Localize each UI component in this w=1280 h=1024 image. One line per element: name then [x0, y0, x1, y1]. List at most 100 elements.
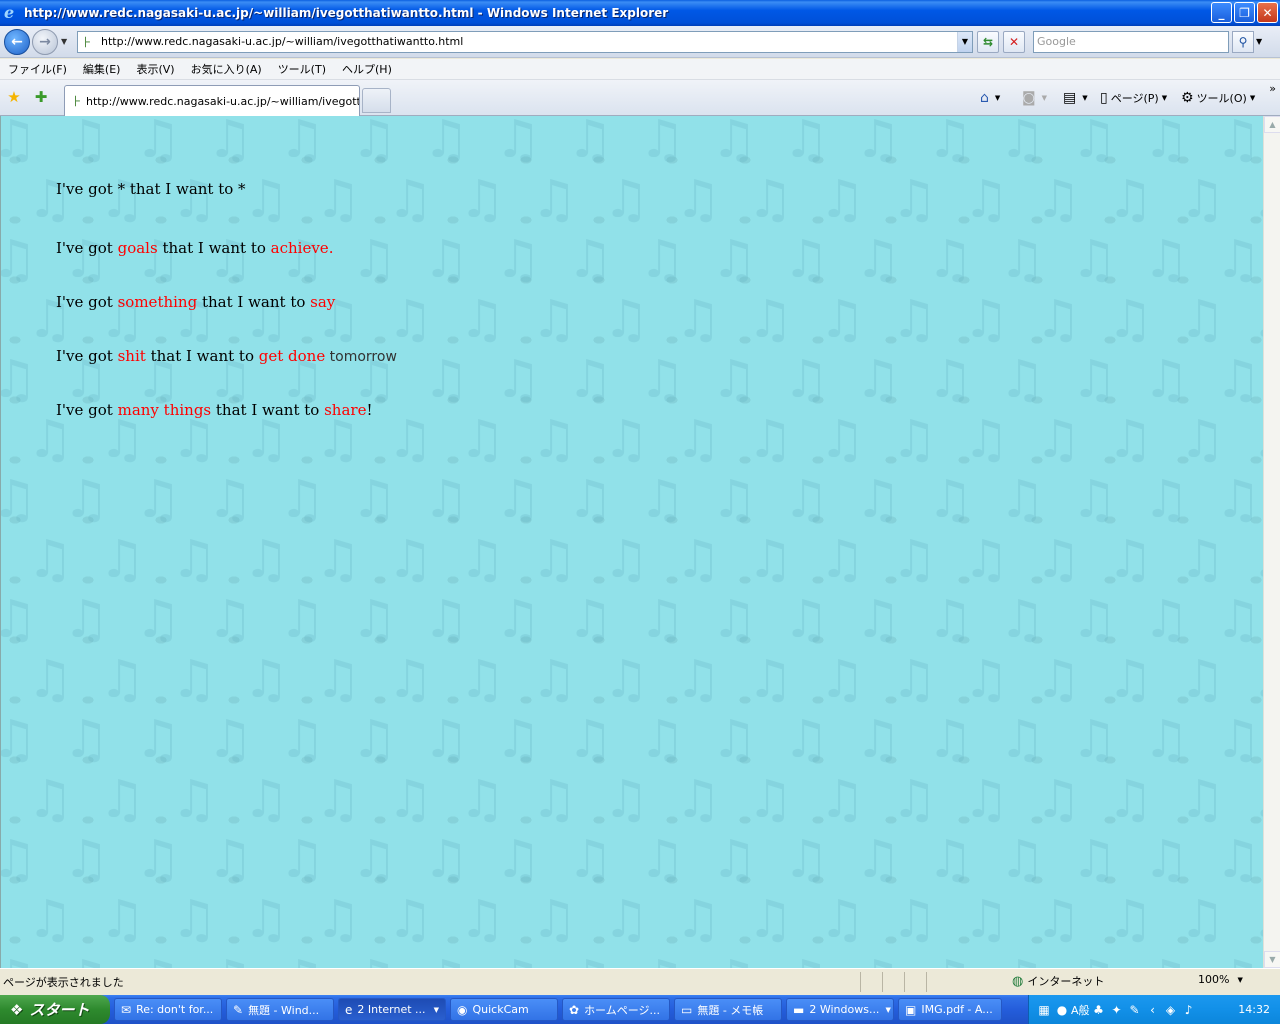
title-bar: e http://www.redc.nagasaki-u.ac.jp/~will… — [0, 0, 1280, 26]
taskbar: ❖ スタート ✉ Re: don't for... ✎ 無題 - Wind... e… — [0, 995, 1280, 1024]
task-pdf[interactable]: ▣ IMG.pdf - A... — [898, 998, 1002, 1021]
tray-expand-icon[interactable]: ‹ — [1144, 1003, 1162, 1017]
keyboard-icon[interactable]: ▦ — [1035, 1003, 1053, 1017]
refresh-button[interactable]: ⇆ — [977, 30, 999, 53]
music-note-icon: ♫ — [423, 116, 470, 170]
stop-button[interactable]: ✕ — [1003, 30, 1025, 53]
content-line-many-things: I've got many things that I want to shar… — [56, 401, 372, 419]
music-note-icon: ♫ — [459, 410, 506, 470]
task-homepage[interactable]: ✿ ホームページ... — [562, 998, 670, 1021]
task-quickcam[interactable]: ◉ QuickCam — [450, 998, 558, 1021]
music-note-icon: ♫ — [675, 770, 722, 830]
minimize-button[interactable]: _ — [1211, 2, 1232, 23]
music-note-icon: ♫ — [423, 590, 470, 650]
search-options-dropdown[interactable]: ▼ — [1256, 37, 1268, 46]
address-bar[interactable]: ⺊ http://www.redc.nagasaki-u.ac.jp/~will… — [77, 30, 973, 53]
tray-app-icon[interactable]: ♣ — [1090, 1003, 1108, 1017]
highlight-noun: something — [117, 293, 198, 311]
music-note-icon: ♫ — [63, 470, 110, 530]
task-explorer-folders[interactable]: ▬ 2 Windows... ▼ — [786, 998, 894, 1021]
music-note-icon: ♫ — [855, 116, 902, 170]
tools-menu-button[interactable]: ⚙ ツール(O) ▼ — [1181, 90, 1255, 106]
security-zone[interactable]: ◍ インターネット — [1012, 973, 1104, 989]
address-url[interactable]: http://www.redc.nagasaki-u.ac.jp/~willia… — [101, 35, 957, 48]
tab-bar: ★ ✚ ⺊ http://www.redc.nagasaki-u.ac.jp/~… — [0, 80, 1280, 116]
task-paint[interactable]: ✎ 無題 - Wind... — [226, 998, 334, 1021]
music-note-icon: ♫ — [855, 590, 902, 650]
ie-icon: e — [345, 1002, 353, 1017]
print-button[interactable]: ▤ ▼ — [1063, 90, 1088, 106]
music-note-icon: ♫ — [639, 116, 686, 170]
music-note-icon: ♫ — [459, 530, 506, 590]
start-button[interactable]: ❖ スタート — [0, 995, 110, 1024]
close-button[interactable]: ✕ — [1257, 2, 1278, 23]
music-note-icon: ♫ — [1, 950, 38, 968]
new-tab-button[interactable] — [362, 88, 391, 113]
home-button[interactable]: ⌂ ▼ — [980, 90, 1000, 106]
music-note-icon: ♫ — [675, 290, 722, 350]
network-icon[interactable]: ◈ — [1162, 1003, 1180, 1017]
music-note-icon: ♫ — [99, 890, 146, 950]
music-note-icon: ♫ — [639, 470, 686, 530]
search-icon[interactable]: ⚲ — [1232, 30, 1254, 53]
scroll-up-arrow-icon[interactable]: ▲ — [1264, 116, 1280, 133]
tray-app-icon[interactable]: ✎ — [1126, 1003, 1144, 1017]
music-note-icon: ♫ — [495, 590, 542, 650]
tab-current-page[interactable]: ⺊ http://www.redc.nagasaki-u.ac.jp/~will… — [64, 85, 360, 116]
ime-icon[interactable]: ● — [1053, 1003, 1071, 1017]
pdf-icon: ▣ — [905, 1002, 917, 1017]
task-internet-explorer[interactable]: e2 Internet ... ▼ — [338, 998, 446, 1021]
music-note-icon: ♫ — [171, 530, 218, 590]
menu-edit[interactable]: 編集(E) — [75, 61, 129, 77]
music-note-icon: ♫ — [99, 650, 146, 710]
search-input[interactable]: Google — [1033, 30, 1229, 53]
zoom-control[interactable]: 100% ▼ — [1198, 973, 1243, 986]
music-note-icon: ♫ — [783, 230, 830, 290]
menu-tools[interactable]: ツール(T) — [270, 61, 334, 77]
music-note-icon: ♫ — [1071, 950, 1118, 968]
volume-icon[interactable]: ♪ — [1180, 1003, 1198, 1017]
ime-mode[interactable]: A般 — [1071, 1002, 1090, 1018]
task-notepad[interactable]: ▭ 無題 - メモ帳 — [674, 998, 782, 1021]
tray-app-icon[interactable]: ✦ — [1108, 1003, 1126, 1017]
page-menu-button[interactable]: ▯ ページ(P) ▼ — [1100, 90, 1167, 106]
restore-button[interactable]: ❐ — [1234, 2, 1255, 23]
status-bar: ページが表示されました ◍ インターネット 100% ▼ — [0, 968, 1280, 995]
scroll-down-arrow-icon[interactable]: ▼ — [1264, 951, 1280, 968]
vertical-scrollbar[interactable]: ▲ ▼ — [1263, 116, 1280, 968]
highlight-verb: say — [310, 293, 336, 311]
favorites-center-icon[interactable]: ★ — [5, 88, 23, 106]
back-button[interactable]: ← — [4, 28, 30, 55]
music-note-icon: ♫ — [783, 830, 830, 890]
music-note-icon: ♫ — [387, 290, 434, 350]
menu-favorites[interactable]: お気に入り(A) — [183, 61, 270, 77]
music-note-icon: ♫ — [999, 830, 1046, 890]
music-note-icon: ♫ — [891, 890, 938, 950]
address-dropdown[interactable]: ▼ — [957, 31, 972, 52]
menu-file[interactable]: ファイル(F) — [0, 61, 75, 77]
recent-pages-dropdown[interactable]: ▼ — [61, 37, 73, 46]
menu-view[interactable]: 表示(V) — [128, 61, 182, 77]
music-note-icon: ♫ — [315, 650, 362, 710]
music-note-icon: ♫ — [675, 890, 722, 950]
music-note-icon: ♫ — [1215, 830, 1262, 890]
chevron-more-icon[interactable]: » — [1269, 82, 1276, 95]
music-note-icon: ♫ — [495, 830, 542, 890]
highlight-verb: achieve — [270, 239, 329, 257]
music-note-icon: ♫ — [567, 116, 614, 170]
music-note-icon: ♫ — [495, 350, 542, 410]
music-note-icon: ♫ — [1, 710, 38, 770]
music-note-icon: ♫ — [927, 470, 974, 530]
music-note-icon: ♫ — [1, 230, 38, 290]
music-note-icon: ♫ — [747, 770, 794, 830]
task-mail[interactable]: ✉ Re: don't for... — [114, 998, 222, 1021]
feeds-button[interactable]: ◙ ▼ — [1022, 90, 1047, 106]
music-note-icon: ♫ — [99, 170, 146, 230]
zoom-dropdown-icon[interactable]: ▼ — [1237, 976, 1242, 984]
music-note-icon: ♫ — [567, 470, 614, 530]
menu-help[interactable]: ヘルプ(H) — [334, 61, 400, 77]
page-content: ♫ ♫ ♫ ♫ ♫ ♫ ♫ ♫ ♫ ♫ ♫ ♫ ♫ ♫ ♫ ♫ ♫ ♫ ♫ ♫ ♫ ♫ ♫ ♫ ♫ ♫ ♫ ♫ ♫ ♫ ♫ ♫ ♫ ♫ ♫ ♫ ♫ ♫ ♫ ♫… — [0, 116, 1263, 968]
forward-button[interactable]: → — [32, 28, 58, 55]
add-favorites-icon[interactable]: ✚ — [32, 88, 50, 106]
music-note-icon: ♫ — [315, 770, 362, 830]
